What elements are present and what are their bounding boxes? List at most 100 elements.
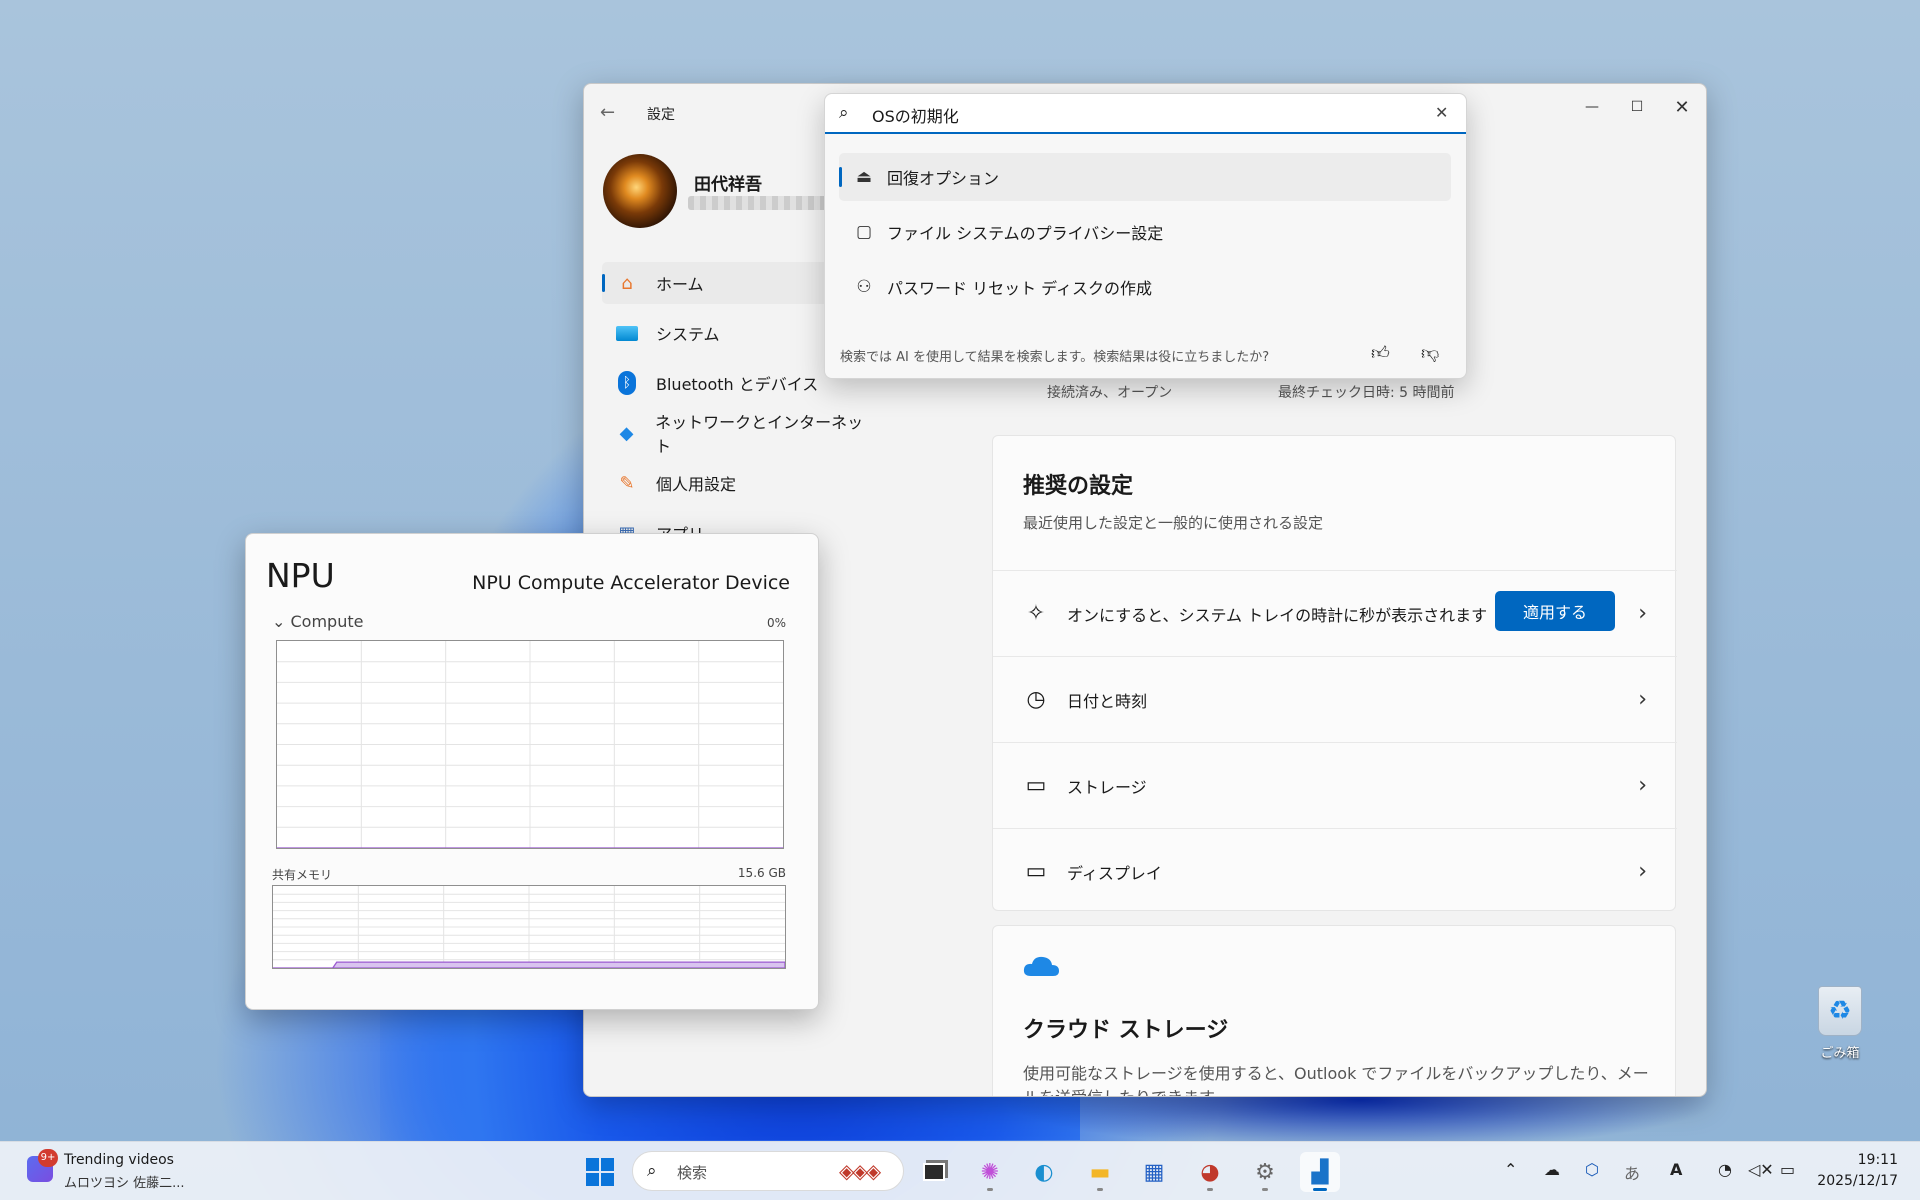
- compute-percent: 0%: [766, 616, 786, 630]
- section-title: 推奨の設定: [1023, 474, 1134, 499]
- chevron-right-icon[interactable]: ›: [1638, 601, 1647, 626]
- result-label: パスワード リセット ディスクの作成: [887, 279, 1153, 298]
- sidebar-item-network[interactable]: ◆ ネットワークとインターネット: [602, 412, 872, 456]
- device-name: NPU Compute Accelerator Device: [472, 572, 790, 594]
- search-result[interactable]: ▢ ファイル システムのプライバシー設定: [839, 208, 1451, 256]
- clear-icon[interactable]: ✕: [1435, 103, 1448, 122]
- sidebar-item-label: 個人用設定: [656, 475, 737, 494]
- ai-search-icon: ⌕: [839, 103, 849, 123]
- sidebar-item-personalization[interactable]: ✎ 個人用設定: [602, 462, 872, 504]
- calendar-clock-icon: ◷: [1026, 687, 1046, 712]
- search-box[interactable]: ⌕ OSの初期化 ✕: [825, 94, 1466, 134]
- search-result[interactable]: ⏏ 回復オプション: [839, 153, 1451, 201]
- brush-icon: ✎: [619, 472, 635, 494]
- recommend-row-date-time[interactable]: ◷ 日付と時刻 ›: [993, 656, 1677, 742]
- selection-indicator: [602, 274, 605, 292]
- network-status: 接続済み、オープン: [1047, 385, 1173, 401]
- section-subtitle: 最近使用した設定と一般的に使用される設定: [1023, 514, 1324, 532]
- battery-icon[interactable]: ▭: [1780, 1160, 1795, 1179]
- cloud-storage-card: クラウド ストレージ 使用可能なストレージを使用すると、Outlook でファイ…: [992, 925, 1676, 1096]
- maximize-button[interactable]: ☐: [1614, 92, 1660, 122]
- task-view-icon[interactable]: [914, 1152, 954, 1192]
- sidebar-item-label: ホーム: [656, 275, 704, 294]
- sparkle-icon: ✧: [1026, 601, 1046, 626]
- edge-icon[interactable]: ◐: [1024, 1152, 1064, 1192]
- sidebar-item-label: システム: [656, 325, 720, 344]
- row-label: ストレージ: [1067, 777, 1147, 797]
- cloud-icon: [1023, 956, 1059, 976]
- thumbs-down-icon[interactable]: 👎︎: [1421, 342, 1439, 364]
- onedrive-icon[interactable]: ☁: [1544, 1160, 1560, 1179]
- notification-badge: 9+: [38, 1149, 58, 1167]
- recommend-row-storage[interactable]: ▭ ストレージ ›: [993, 742, 1677, 828]
- compute-dropdown[interactable]: ⌄ Compute: [272, 612, 363, 631]
- wifi-icon: ◆: [619, 422, 634, 444]
- taskbar-search[interactable]: ⌕ 検索 ◈◈◈: [632, 1151, 904, 1191]
- search-highlight-icon: ◈◈◈: [839, 1159, 881, 1183]
- row-label: ディスプレイ: [1067, 863, 1162, 883]
- widget-subtitle[interactable]: ムロツヨシ 佐藤二...: [64, 1172, 185, 1191]
- apply-button[interactable]: 適用する: [1495, 591, 1615, 631]
- shared-memory-label: 共有メモリ: [272, 868, 333, 882]
- result-label: 回復オプション: [887, 169, 1000, 188]
- input-indicator-icon[interactable]: A: [1670, 1160, 1682, 1179]
- shared-memory-area: [273, 961, 785, 968]
- wifi-icon[interactable]: ◔: [1718, 1160, 1732, 1179]
- task-manager-icon[interactable]: ▟: [1300, 1152, 1340, 1192]
- chevron-right-icon: ›: [1638, 773, 1647, 798]
- file-explorer-icon[interactable]: ▬: [1080, 1152, 1120, 1192]
- powerpoint-icon[interactable]: ◕: [1190, 1152, 1230, 1192]
- close-button[interactable]: ✕: [1659, 92, 1705, 122]
- avatar[interactable]: [603, 154, 677, 228]
- settings-gear-icon[interactable]: ⚙: [1245, 1152, 1285, 1192]
- folder-icon: ▢: [855, 222, 873, 242]
- monitor-icon: [614, 320, 640, 346]
- chevron-right-icon: ›: [1638, 859, 1647, 884]
- laptop-icon: ▭: [1025, 859, 1047, 884]
- sidebar-item-label: ネットワークとインターネット: [655, 413, 864, 456]
- clock-time[interactable]: 19:11: [1858, 1152, 1898, 1168]
- recycle-bin-icon: ♻: [1818, 986, 1862, 1036]
- sidebar-item-label: Bluetooth とデバイス: [656, 375, 819, 394]
- copilot-icon[interactable]: ✺: [970, 1152, 1010, 1192]
- recommend-row-display[interactable]: ▭ ディスプレイ ›: [993, 828, 1677, 914]
- chevron-up-icon[interactable]: ⌃: [1504, 1160, 1517, 1179]
- app-title: 設定: [647, 107, 675, 123]
- chevron-right-icon: ›: [1638, 687, 1647, 712]
- search-flyout: ⌕ OSの初期化 ✕ ⏏ 回復オプション ▢ ファイル システムのプライバシー設…: [824, 93, 1467, 379]
- panel-title: NPU: [266, 556, 335, 595]
- widget-title[interactable]: Trending videos: [64, 1152, 174, 1168]
- search-placeholder: 検索: [677, 1164, 708, 1182]
- volume-muted-icon[interactable]: ◁✕: [1748, 1160, 1774, 1179]
- back-arrow-icon[interactable]: ←: [600, 102, 615, 123]
- store-icon[interactable]: ▦: [1134, 1152, 1174, 1192]
- recycle-bin-label: ごみ箱: [1820, 1046, 1860, 1061]
- section-description: 使用可能なストレージを使用すると、Outlook でファイルをバックアップしたり…: [1023, 1064, 1649, 1096]
- drive-icon: ▭: [1025, 773, 1047, 798]
- home-icon: ⌂: [621, 272, 633, 294]
- section-title: クラウド ストレージ: [1023, 1018, 1229, 1043]
- ai-feedback-text: 検索では AI を使用して結果を検索します。検索結果は役に立ちましたか?: [840, 350, 1270, 365]
- recommend-row-clock-seconds[interactable]: ✧ オンにすると、システム トレイの時計に秒が表示されます 適用する ›: [993, 570, 1677, 656]
- shared-memory-graph: [272, 885, 786, 969]
- result-label: ファイル システムのプライバシー設定: [887, 224, 1164, 243]
- defender-icon[interactable]: ⬡: [1585, 1160, 1599, 1179]
- clock-date[interactable]: 2025/12/17: [1817, 1173, 1898, 1189]
- compute-label: Compute: [290, 612, 364, 631]
- compute-graph: [276, 640, 784, 849]
- users-icon: ⚇: [856, 277, 872, 297]
- selection-indicator: [839, 167, 842, 187]
- thumbs-up-icon[interactable]: 👍︎: [1371, 342, 1390, 364]
- search-result[interactable]: ⚇ パスワード リセット ディスクの作成: [839, 263, 1451, 311]
- recommended-settings-card: 推奨の設定 最近使用した設定と一般的に使用される設定 ✧ オンにすると、システム…: [992, 435, 1677, 914]
- user-name: 田代祥吾: [694, 175, 762, 195]
- search-icon: ⌕: [647, 1161, 657, 1181]
- minimize-button[interactable]: —: [1569, 92, 1615, 122]
- recycle-bin[interactable]: ♻ ごみ箱: [1810, 986, 1870, 1061]
- ime-icon[interactable]: あ: [1624, 1160, 1640, 1184]
- task-manager-npu-panel: NPU NPU Compute Accelerator Device ⌄ Com…: [245, 533, 819, 1010]
- row-label: 日付と時刻: [1067, 691, 1148, 711]
- search-input[interactable]: OSの初期化: [872, 103, 959, 127]
- user-email-redacted: [688, 196, 828, 210]
- start-button[interactable]: [586, 1158, 614, 1186]
